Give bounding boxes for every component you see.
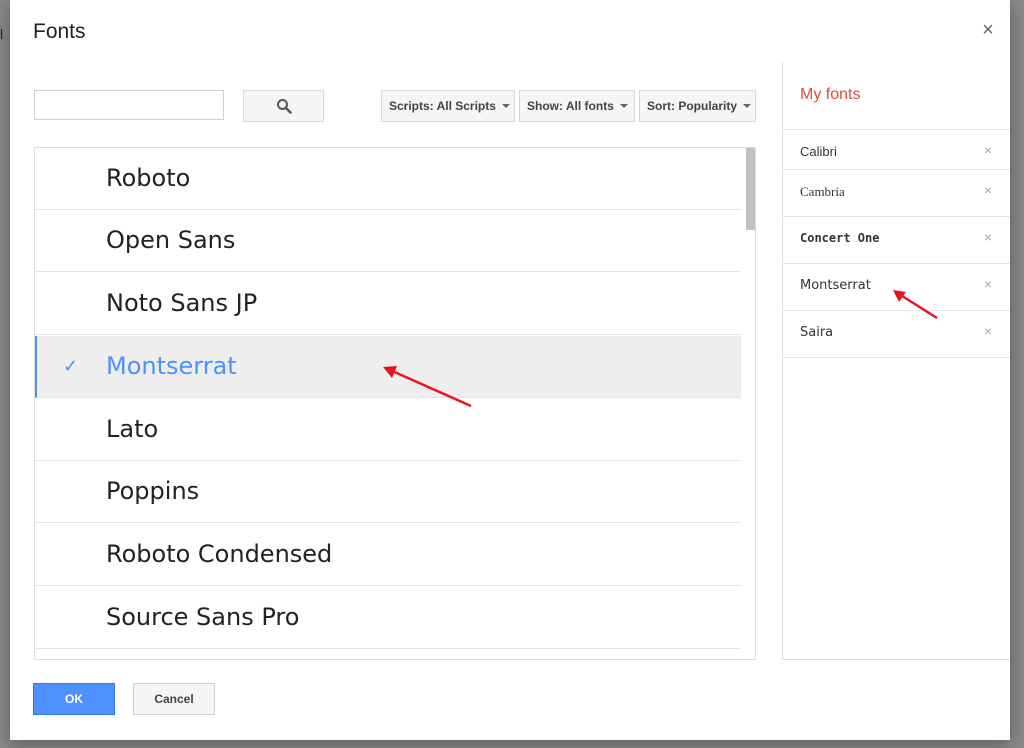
font-item-poppins[interactable]: Poppins — [35, 461, 741, 523]
font-item-label: Roboto — [106, 164, 191, 192]
font-item-lato[interactable]: Lato — [35, 399, 741, 461]
remove-icon[interactable]: × — [984, 276, 992, 292]
my-font-item-saira: Saira × — [783, 310, 1010, 357]
font-item-label: Source Sans Pro — [106, 603, 300, 631]
font-item-roboto[interactable]: Roboto — [35, 148, 741, 210]
close-icon[interactable]: × — [978, 20, 998, 40]
my-font-item-cambria: Cambria × — [783, 169, 1010, 216]
remove-icon[interactable]: × — [984, 229, 992, 245]
checkmark-icon: ✓ — [63, 356, 79, 376]
remove-icon[interactable]: × — [984, 182, 992, 198]
my-font-label: Cambria — [800, 184, 845, 199]
font-item-label: Roboto Condensed — [106, 540, 333, 568]
search-button[interactable] — [243, 90, 324, 122]
font-item-montserrat[interactable]: ✓ Montserrat — [35, 336, 741, 398]
font-item-noto-sans-jp[interactable]: Noto Sans JP — [35, 273, 741, 335]
my-font-label: Montserrat — [800, 278, 871, 293]
remove-icon[interactable]: × — [984, 142, 992, 158]
font-item-open-sans[interactable]: Open Sans — [35, 210, 741, 272]
cancel-button[interactable]: Cancel — [133, 683, 215, 715]
chevron-down-icon — [743, 104, 752, 108]
font-item-label: Noto Sans JP — [106, 289, 258, 317]
chevron-down-icon — [501, 104, 510, 108]
my-font-label: Calibri — [800, 144, 837, 159]
font-item-label: Montserrat — [106, 352, 237, 380]
show-filter-label: Show: All fonts — [527, 99, 614, 113]
font-list: Roboto Open Sans Noto Sans JP ✓ Montserr… — [34, 147, 756, 660]
my-fonts-title: My fonts — [800, 86, 861, 103]
my-font-item-montserrat: Montserrat × — [783, 263, 1010, 310]
background-page-fragment: l — [0, 26, 4, 42]
my-font-item-concert-one: Concert One × — [783, 216, 1010, 263]
show-filter-dropdown[interactable]: Show: All fonts — [519, 90, 635, 122]
font-item-label: Open Sans — [106, 226, 236, 254]
my-font-label: Concert One — [800, 231, 880, 245]
scripts-filter-label: Scripts: All Scripts — [389, 99, 496, 113]
sort-filter-label: Sort: Popularity — [647, 99, 738, 113]
dialog-title: Fonts — [33, 20, 86, 43]
font-item-label: Lato — [106, 415, 159, 443]
scrollbar-thumb[interactable] — [746, 148, 755, 230]
my-fonts-panel: My fonts Calibri × Cambria × Concert One… — [782, 62, 1010, 660]
font-item-label: Poppins — [106, 477, 200, 505]
my-font-label: Saira — [800, 325, 834, 340]
search-icon — [276, 99, 292, 114]
font-item-source-sans-pro[interactable]: Source Sans Pro — [35, 587, 741, 649]
scripts-filter-dropdown[interactable]: Scripts: All Scripts — [381, 90, 515, 122]
font-item-roboto-condensed[interactable]: Roboto Condensed — [35, 524, 741, 586]
remove-icon[interactable]: × — [984, 323, 992, 339]
my-fonts-divider — [783, 357, 1010, 358]
search-input[interactable] — [34, 90, 224, 120]
ok-button[interactable]: OK — [33, 683, 115, 715]
chevron-down-icon — [619, 104, 628, 108]
fonts-dialog: Fonts × Scripts: All Scripts Show: All f… — [10, 0, 1010, 740]
sort-filter-dropdown[interactable]: Sort: Popularity — [639, 90, 756, 122]
